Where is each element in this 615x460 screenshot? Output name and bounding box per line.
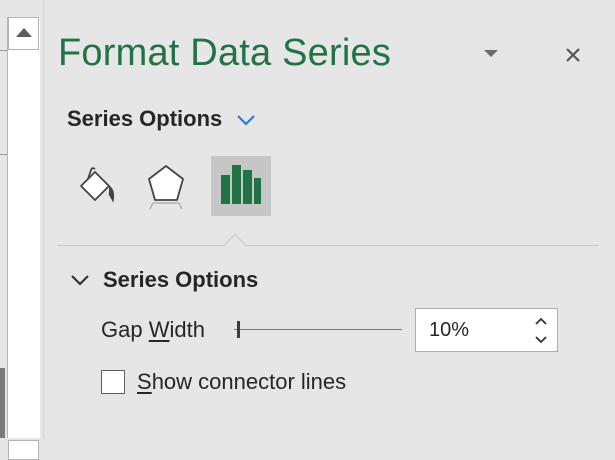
chevron-down-icon bbox=[71, 275, 89, 286]
slider-thumb[interactable] bbox=[237, 321, 241, 338]
caret-down-icon bbox=[484, 50, 498, 57]
tab-separator bbox=[57, 245, 599, 246]
gap-width-label-accel: W bbox=[148, 317, 170, 342]
section-title: Series Options bbox=[103, 267, 259, 292]
close-pane-button[interactable] bbox=[560, 42, 586, 68]
cell-border bbox=[0, 50, 7, 155]
series-options-dropdown-label: Series Options bbox=[67, 106, 223, 131]
task-pane-options-button[interactable] bbox=[478, 44, 504, 66]
arrow-up-icon bbox=[16, 28, 32, 37]
spin-down-button[interactable] bbox=[530, 331, 552, 349]
show-connector-lines-label: Show connector lines bbox=[137, 369, 346, 395]
pane-divider bbox=[43, 0, 44, 438]
series-options-dropdown[interactable]: Series Options bbox=[67, 104, 256, 134]
paint-bucket-icon bbox=[80, 167, 115, 203]
chevron-up-icon bbox=[535, 317, 547, 325]
row-header-edge bbox=[0, 368, 5, 438]
slider-track bbox=[234, 329, 402, 330]
gap-width-spinner[interactable] bbox=[415, 308, 558, 352]
spin-up-button[interactable] bbox=[530, 312, 552, 330]
pentagon-icon bbox=[148, 165, 184, 210]
chevron-down-icon bbox=[535, 336, 547, 344]
pane-title: Format Data Series bbox=[58, 32, 392, 74]
vertical-scrollbar[interactable] bbox=[7, 17, 40, 460]
show-connector-lines-checkbox[interactable] bbox=[101, 370, 125, 394]
chevron-down-icon bbox=[237, 115, 256, 126]
selected-tab-pointer bbox=[224, 233, 246, 247]
scroll-up-button[interactable] bbox=[8, 17, 39, 50]
series-options-section-header[interactable]: Series Options bbox=[70, 266, 258, 294]
tab-effects[interactable] bbox=[136, 156, 196, 216]
gap-width-label-post: idth bbox=[169, 317, 205, 342]
connector-label-rest: how connector lines bbox=[151, 369, 347, 394]
close-icon bbox=[566, 48, 580, 62]
worksheet-edge bbox=[0, 0, 43, 460]
gap-width-label: Gap Width bbox=[101, 317, 205, 343]
connector-label-accel: S bbox=[137, 369, 152, 394]
tab-series-options[interactable] bbox=[211, 156, 271, 216]
gap-width-slider[interactable] bbox=[230, 316, 404, 344]
tab-fill-and-line[interactable] bbox=[66, 156, 126, 216]
show-connector-lines-option[interactable]: Show connector lines bbox=[101, 368, 346, 396]
gap-width-input[interactable] bbox=[417, 310, 525, 350]
bar-chart-icon bbox=[221, 165, 261, 204]
gap-width-label-pre: Gap bbox=[101, 317, 149, 342]
scroll-down-button[interactable] bbox=[8, 440, 39, 460]
